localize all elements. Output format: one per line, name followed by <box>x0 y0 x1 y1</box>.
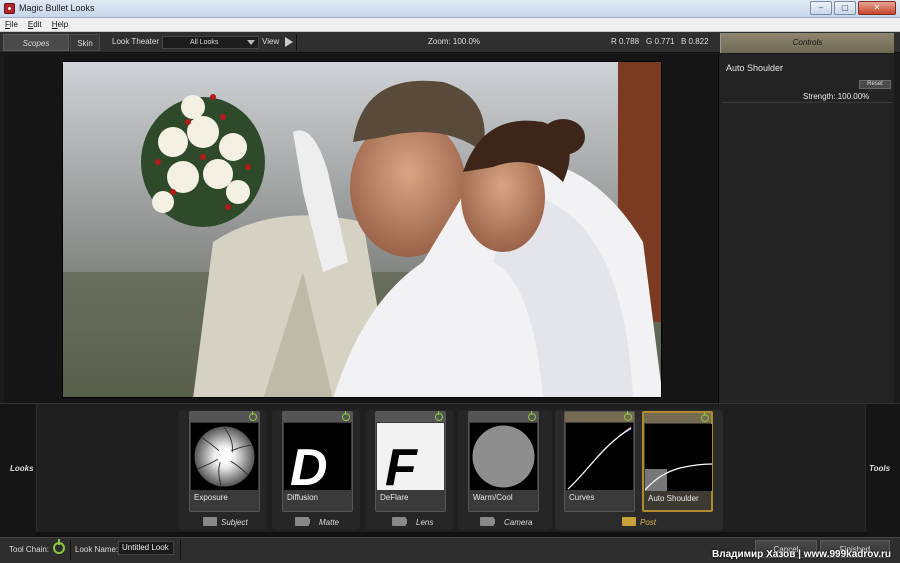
svg-text:D: D <box>290 439 328 490</box>
tool-label: Curves <box>569 493 595 502</box>
deflare-graphic: F <box>377 423 444 490</box>
look-name-input[interactable]: Untitled Look <box>118 541 174 555</box>
controls-divider <box>722 102 892 103</box>
menu-edit-label: dit <box>33 20 42 29</box>
diffusion-d-icon: D <box>284 423 351 490</box>
auto-shoulder-graph-icon <box>645 424 712 491</box>
window-title: Magic Bullet Looks <box>19 3 95 13</box>
tool-label: Auto Shoulder <box>648 494 699 503</box>
controls-panel: Auto Shoulder Reset Strength: 100.00% <box>718 54 894 404</box>
strength-value[interactable]: Strength: 100.00% <box>803 92 869 101</box>
power-icon[interactable] <box>701 412 709 422</box>
curves-graph-icon <box>566 423 633 490</box>
wedding-photo-illustration <box>63 62 661 397</box>
title-bar: Magic Bullet Looks – ▢ ✕ <box>0 0 900 18</box>
diffusion-graphic: D <box>284 423 351 490</box>
tool-auto-shoulder[interactable]: Auto Shoulder <box>642 411 713 512</box>
subject-icon <box>203 517 217 526</box>
menu-help[interactable]: Help <box>47 18 73 31</box>
tool-warm-cool[interactable]: Warm/Cool <box>468 411 539 512</box>
watermark-text: Владимир Хазов | www.999kadrov.ru <box>712 549 892 560</box>
looks-drawer-label[interactable]: Looks <box>10 464 34 473</box>
tool-exposure[interactable]: Exposure <box>189 411 260 512</box>
tab-skin[interactable]: Skin <box>70 34 100 51</box>
green-readout: G 0.771 <box>646 37 675 46</box>
bottom-divider <box>70 540 71 560</box>
category-lens: Lens <box>416 518 434 527</box>
power-icon[interactable] <box>624 411 632 421</box>
menu-file[interactable]: File <box>0 18 23 31</box>
category-camera: Camera <box>504 518 533 527</box>
tool-curves[interactable]: Curves <box>564 411 635 512</box>
power-icon[interactable] <box>342 411 350 421</box>
tool-deflare[interactable]: F DeFlare <box>375 411 446 512</box>
tool-label: Diffusion <box>287 493 318 502</box>
tool-label: Exposure <box>194 493 228 502</box>
power-icon[interactable] <box>249 411 257 421</box>
category-subject: Subject <box>221 518 248 527</box>
chevron-down-icon <box>247 40 255 45</box>
zoom-readout: Zoom: 100.0% <box>428 37 481 46</box>
toolbar-divider <box>296 34 297 51</box>
look-name-label: Look Name: <box>75 545 119 554</box>
warm-cool-graphic <box>470 423 537 490</box>
controls-header: Controls <box>720 33 894 53</box>
lens-icon <box>392 517 407 526</box>
looks-dropdown[interactable]: All Looks <box>162 36 259 49</box>
matte-icon <box>295 517 310 526</box>
view-label: View <box>262 37 280 46</box>
play-icon[interactable] <box>285 37 293 47</box>
aperture-graphic <box>194 426 255 487</box>
close-button[interactable]: ✕ <box>858 1 896 15</box>
auto-shoulder-graphic <box>645 424 712 491</box>
menu-help-label: elp <box>57 20 69 29</box>
category-matte: Matte <box>319 518 340 527</box>
menu-edit[interactable]: Edit <box>23 18 47 31</box>
preview-image[interactable] <box>62 61 662 398</box>
blue-readout: B 0.822 <box>681 37 709 46</box>
bottom-bar: Tool Chain: Look Name: Untitled Look Can… <box>0 537 900 563</box>
svg-text:F: F <box>385 439 418 490</box>
power-icon[interactable] <box>528 411 536 421</box>
curves-graphic <box>566 423 633 490</box>
post-icon <box>622 517 636 526</box>
power-icon[interactable] <box>435 411 443 421</box>
camera-icon <box>480 517 495 526</box>
tool-diffusion[interactable]: D Diffusion <box>282 411 353 512</box>
maximize-button[interactable]: ▢ <box>834 1 856 15</box>
tab-scopes[interactable]: Scopes <box>3 34 69 51</box>
tool-chain-label: Tool Chain: <box>9 545 50 554</box>
look-theater-label: Look Theater <box>112 37 159 46</box>
tool-label: Warm/Cool <box>473 493 513 502</box>
app-logo-icon <box>4 3 15 14</box>
deflare-f-icon: F <box>377 423 444 490</box>
window-controls: – ▢ ✕ <box>810 1 896 15</box>
bottom-divider <box>180 540 181 560</box>
red-readout: R 0.788 <box>611 37 640 46</box>
menu-bar: File Edit Help <box>0 18 900 32</box>
tool-chain-power-icon[interactable] <box>53 539 65 554</box>
tool-chain-strip: Exposure D Diffusion F DeFlare Warm/Cool… <box>36 404 866 532</box>
reset-button[interactable]: Reset <box>859 80 891 89</box>
minimize-button[interactable]: – <box>810 1 832 15</box>
looks-dropdown-value: All Looks <box>190 39 219 46</box>
category-post: Post <box>640 518 657 527</box>
aperture-icon <box>191 423 258 490</box>
tools-drawer-label[interactable]: Tools <box>869 464 890 473</box>
selected-tool-name: Auto Shoulder <box>726 63 784 73</box>
menu-file-label: ile <box>9 20 18 29</box>
tool-chain-area: Looks Tools Exposure D Diffusion F DeFla… <box>0 403 900 538</box>
warm-cool-circle-icon <box>470 423 537 490</box>
tool-label: DeFlare <box>380 493 409 502</box>
